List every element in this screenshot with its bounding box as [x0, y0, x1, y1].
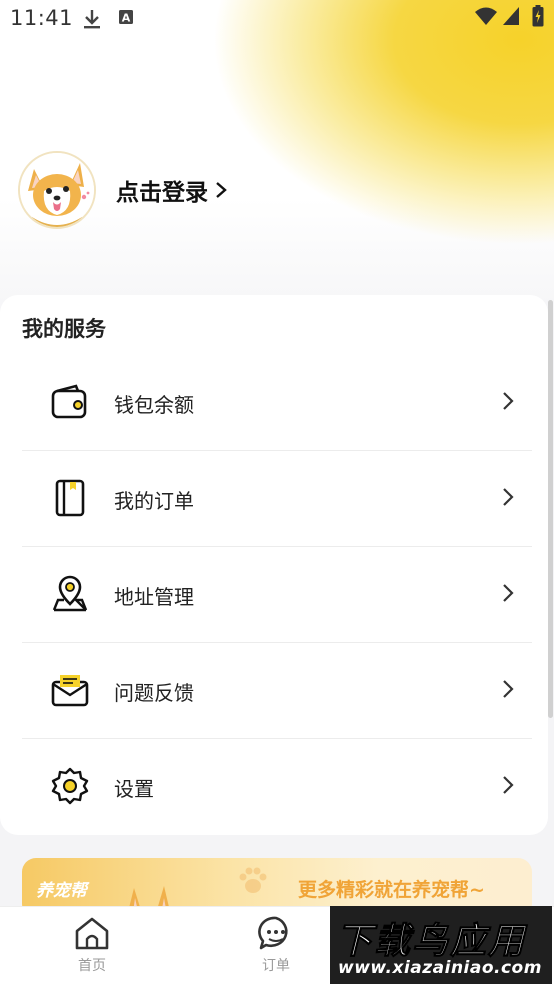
- tab-label: 订单: [262, 958, 290, 974]
- menu-item-wallet[interactable]: 钱包余额: [22, 355, 532, 451]
- tab-home[interactable]: 首页: [52, 915, 132, 975]
- scrollbar[interactable]: [548, 300, 553, 718]
- watermark-title: 下载鸟应用: [335, 921, 527, 963]
- login-link[interactable]: 点击登录: [116, 173, 228, 207]
- svg-text:A: A: [122, 12, 131, 25]
- chevron-right-icon: [502, 679, 514, 703]
- feedback-mail-icon: [50, 670, 90, 710]
- services-title: 我的服务: [22, 317, 106, 341]
- avatar[interactable]: [18, 151, 96, 229]
- home-icon: [75, 917, 109, 950]
- chevron-right-icon: [502, 391, 514, 415]
- paw-icon: [239, 867, 267, 893]
- menu-item-label: 问题反馈: [114, 681, 194, 705]
- gear-icon: [50, 766, 90, 806]
- menu-item-label: 我的订单: [114, 489, 194, 513]
- menu-item-feedback[interactable]: 问题反馈: [22, 643, 532, 739]
- chat-bubble-icon: [258, 916, 288, 950]
- tab-label: 首页: [78, 958, 106, 974]
- menu-item-label: 地址管理: [114, 585, 194, 609]
- menu-item-label: 钱包余额: [114, 393, 194, 417]
- services-card: 我的服务 钱包余额 我的订单 地址管理 问题反馈 设置: [0, 295, 548, 835]
- chevron-right-icon: [216, 182, 227, 198]
- menu-item-label: 设置: [114, 777, 154, 801]
- corgi-avatar-icon: [20, 153, 94, 227]
- status-time: 11:41: [10, 6, 74, 30]
- tab-orders[interactable]: 订单: [236, 915, 316, 975]
- profile-header: 点击登录: [18, 150, 228, 230]
- wifi-icon: [474, 6, 498, 30]
- menu-item-address[interactable]: 地址管理: [22, 547, 532, 643]
- status-bar: 11:41 A: [0, 0, 554, 38]
- services-menu: 钱包余额 我的订单 地址管理 问题反馈 设置: [22, 355, 532, 834]
- wallet-icon: [50, 382, 90, 422]
- signal-icon: [502, 6, 520, 30]
- watermark-url: www.xiazainiao.com: [338, 958, 542, 978]
- location-pin-icon: [50, 574, 90, 614]
- chevron-right-icon: [502, 487, 514, 511]
- battery-charging-icon: [532, 5, 544, 31]
- menu-item-settings[interactable]: 设置: [22, 739, 532, 834]
- menu-item-orders[interactable]: 我的订单: [22, 451, 532, 547]
- chevron-right-icon: [502, 775, 514, 799]
- chevron-right-icon: [502, 583, 514, 607]
- watermark-overlay: 下载鸟应用 www.xiazainiao.com: [330, 906, 552, 984]
- banner-promo-text: 更多精彩就在养宠帮~: [298, 879, 485, 901]
- banner-brand: 养宠帮: [36, 881, 87, 901]
- download-icon: [82, 8, 102, 34]
- keyboard-a-icon: A: [118, 8, 134, 30]
- order-book-icon: [50, 478, 90, 518]
- login-label: 点击登录: [116, 180, 208, 206]
